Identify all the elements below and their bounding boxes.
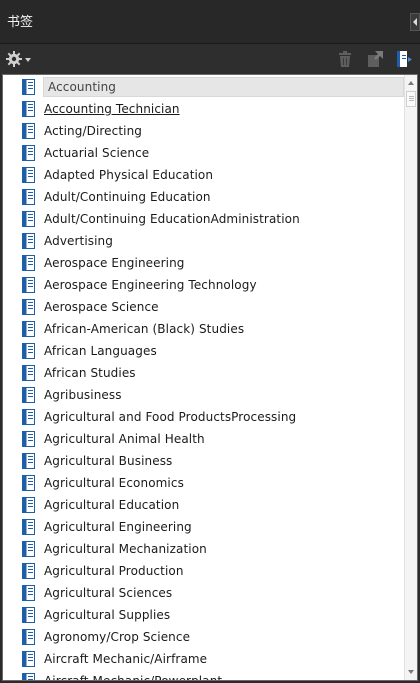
bookmark-item[interactable]: Aircraft Mechanic/Airframe (3, 649, 404, 671)
bookmark-item[interactable]: Agronomy/Crop Science (3, 627, 404, 649)
bookmark-icon (22, 211, 35, 227)
scroll-down-arrow[interactable] (405, 666, 417, 678)
bookmarks-panel: 书签 Accounting Accounting Technician Acti… (0, 0, 420, 683)
bookmark-label: Agricultural Production (44, 564, 184, 578)
panel-titlebar: 书签 (0, 0, 420, 44)
bookmark-item[interactable]: African Languages (3, 341, 404, 363)
bookmark-label: Aircraft Mechanic/Airframe (44, 652, 208, 666)
bookmark-icon (22, 145, 35, 161)
bookmark-icon (22, 563, 35, 579)
bookmark-icon (22, 79, 35, 95)
bookmark-item[interactable]: Aerospace Engineering Technology (3, 275, 404, 297)
bookmark-icon (22, 123, 35, 139)
bookmark-item[interactable]: Aircraft Mechanic/Powerplant (3, 671, 404, 681)
bookmark-icon (22, 387, 35, 403)
bookmark-label: Adult/Continuing EducationAdministration (44, 212, 300, 226)
bookmark-icon (22, 497, 35, 513)
bookmark-label: Agricultural Sciences (44, 586, 173, 600)
bookmark-label: Agricultural Animal Health (44, 432, 205, 446)
bookmark-item[interactable]: Actuarial Science (3, 143, 404, 165)
new-bookmark-icon[interactable] (395, 49, 415, 69)
bookmark-icon (22, 189, 35, 205)
bookmark-icon (22, 277, 35, 293)
bookmark-item[interactable]: Adapted Physical Education (3, 165, 404, 187)
bookmark-item[interactable]: Agricultural Sciences (3, 583, 404, 605)
bookmark-item[interactable]: Agricultural Supplies (3, 605, 404, 627)
bookmark-item[interactable]: African Studies (3, 363, 404, 385)
scroll-up-arrow[interactable] (405, 77, 417, 89)
bookmark-item[interactable]: Agricultural Economics (3, 473, 404, 495)
bookmark-label: African-American (Black) Studies (44, 322, 245, 336)
bookmark-item[interactable]: Agricultural Business (3, 451, 404, 473)
bookmark-label: African Studies (44, 366, 136, 380)
bookmark-label: Acting/Directing (44, 124, 142, 138)
gear-icon[interactable] (5, 49, 33, 69)
bookmark-item[interactable]: Agricultural Animal Health (3, 429, 404, 451)
bookmark-label: Agricultural Engineering (44, 520, 192, 534)
bookmark-icon (22, 255, 35, 271)
bookmark-icon (22, 101, 35, 117)
bookmark-icon (22, 167, 35, 183)
bookmark-icon (22, 629, 35, 645)
bookmark-label: Adapted Physical Education (44, 168, 214, 182)
bookmark-item[interactable]: Accounting Technician (3, 99, 404, 121)
bookmark-icon (22, 673, 35, 680)
scroll-thumb[interactable] (406, 91, 416, 107)
bookmark-label: Actuarial Science (44, 146, 150, 160)
bookmark-icon (22, 365, 35, 381)
bookmark-item[interactable]: Agricultural Production (3, 561, 404, 583)
bookmark-label: Aircraft Mechanic/Powerplant (44, 674, 223, 681)
bookmark-item[interactable]: Advertising (3, 231, 404, 253)
bookmark-label: Agribusiness (44, 388, 122, 402)
bookmark-label: Aerospace Engineering (44, 256, 185, 270)
bookmark-item[interactable]: Acting/Directing (3, 121, 404, 143)
bookmark-item[interactable]: Adult/Continuing Education (3, 187, 404, 209)
bookmark-label: Aerospace Engineering Technology (44, 278, 257, 292)
bookmark-list: Accounting Accounting Technician Acting/Di… (2, 74, 418, 681)
bookmark-icon (22, 409, 35, 425)
bookmark-label: Accounting Technician (44, 102, 180, 116)
bookmark-list-items: Accounting Accounting Technician Acting/Di… (3, 77, 404, 681)
bookmark-label: Agricultural Education (44, 498, 180, 512)
bookmark-icon (22, 519, 35, 535)
vertical-scrollbar[interactable] (404, 75, 417, 680)
panel-title: 书签 (7, 15, 34, 30)
bookmark-label: Aerospace Science (44, 300, 159, 314)
bookmark-icon (22, 299, 35, 315)
bookmark-item[interactable]: African-American (Black) Studies (3, 319, 404, 341)
bookmark-icon (22, 343, 35, 359)
bookmark-icon (22, 453, 35, 469)
bookmark-icon (22, 541, 35, 557)
bookmark-item[interactable]: Agribusiness (3, 385, 404, 407)
collapse-panel-button[interactable] (410, 13, 420, 31)
trash-icon[interactable] (335, 49, 355, 69)
bookmark-label: Accounting (48, 80, 117, 94)
bookmark-icon (22, 651, 35, 667)
bookmark-label: Agricultural and Food ProductsProcessing (44, 410, 297, 424)
bookmark-item[interactable]: Agricultural Engineering (3, 517, 404, 539)
bookmark-label: Advertising (44, 234, 113, 248)
bookmark-icon (22, 431, 35, 447)
bookmark-icon (22, 475, 35, 491)
bookmark-icon (22, 233, 35, 249)
bookmark-item[interactable]: Agricultural and Food ProductsProcessing (3, 407, 404, 429)
bookmark-item[interactable]: Aerospace Engineering (3, 253, 404, 275)
bookmark-item[interactable]: Adult/Continuing EducationAdministration (3, 209, 404, 231)
bookmark-icon (22, 585, 35, 601)
bookmark-icon (22, 607, 35, 623)
bookmark-label: Agricultural Supplies (44, 608, 171, 622)
bookmark-item[interactable]: Agricultural Education (3, 495, 404, 517)
bookmark-label: Agronomy/Crop Science (44, 630, 191, 644)
expand-bookmark-icon[interactable] (365, 49, 385, 69)
bookmark-icon (22, 321, 35, 337)
bookmark-label: Agricultural Mechanization (44, 542, 207, 556)
bookmark-label: Agricultural Economics (44, 476, 184, 490)
bookmark-item[interactable]: Aerospace Science (3, 297, 404, 319)
bookmark-label: Adult/Continuing Education (44, 190, 211, 204)
bookmark-label: African Languages (44, 344, 157, 358)
bookmark-item[interactable]: Agricultural Mechanization (3, 539, 404, 561)
bookmarks-toolbar (0, 44, 420, 74)
bookmark-item[interactable]: Accounting (3, 77, 404, 99)
bookmark-label: Agricultural Business (44, 454, 173, 468)
